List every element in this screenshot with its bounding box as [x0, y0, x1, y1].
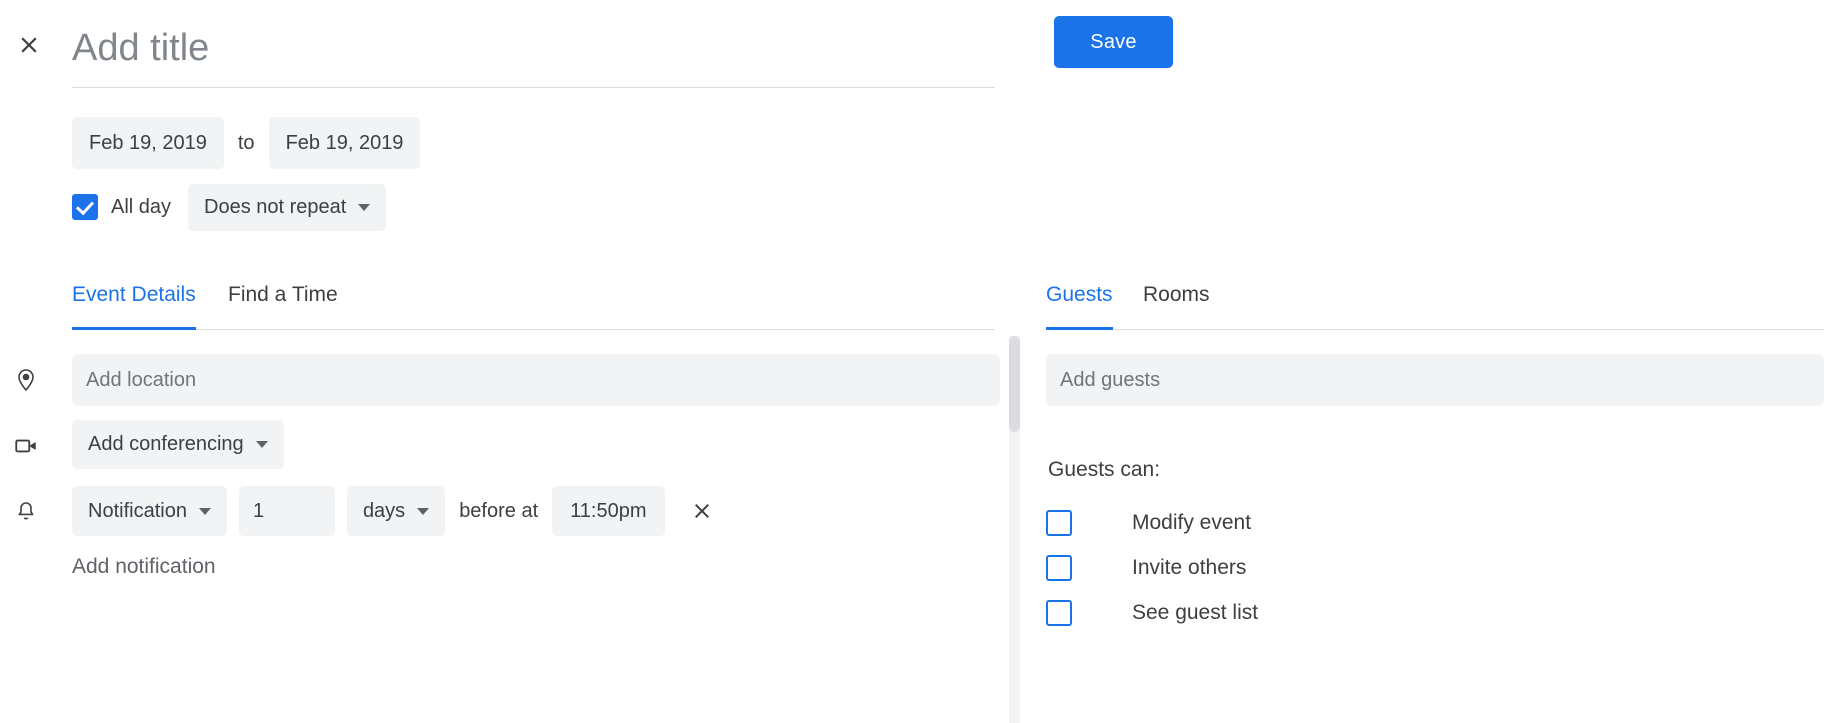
notification-unit-dropdown[interactable]: days [347, 486, 445, 536]
all-day-row: All day Does not repeat [72, 183, 386, 231]
recurrence-dropdown[interactable]: Does not repeat [188, 184, 386, 231]
permission-invite-others-checkbox[interactable] [1046, 555, 1072, 581]
end-date-chip[interactable]: Feb 19, 2019 [269, 117, 421, 169]
all-day-label: All day [111, 196, 171, 219]
add-conferencing-label: Add conferencing [88, 433, 244, 456]
notification-row: Notification days before at 11:50pm [72, 486, 717, 536]
chevron-down-icon [199, 508, 211, 515]
add-conferencing-dropdown[interactable]: Add conferencing [72, 420, 284, 469]
add-guests-input[interactable] [1046, 354, 1824, 406]
notification-unit-value: days [363, 500, 405, 523]
chevron-down-icon [256, 441, 268, 448]
notification-amount-input[interactable] [239, 486, 335, 536]
tab-rooms[interactable]: Rooms [1143, 272, 1210, 330]
start-date-chip[interactable]: Feb 19, 2019 [72, 117, 224, 169]
notification-type-value: Notification [88, 500, 187, 523]
chevron-down-icon [358, 204, 370, 211]
permission-invite-others[interactable]: Invite others [1046, 545, 1546, 590]
permission-see-guest-list-label: See guest list [1132, 601, 1258, 625]
tab-guests-label: Guests [1046, 283, 1113, 306]
tab-find-a-time[interactable]: Find a Time [228, 272, 338, 330]
permission-see-guest-list[interactable]: See guest list [1046, 590, 1546, 635]
notification-before-label: before at [459, 500, 538, 523]
tab-guests[interactable]: Guests [1046, 272, 1113, 330]
video-camera-icon [12, 432, 40, 460]
permission-modify-event-checkbox[interactable] [1046, 510, 1072, 536]
title-input[interactable] [72, 10, 995, 87]
notification-type-dropdown[interactable]: Notification [72, 486, 227, 536]
right-tab-bar: Guests Rooms [1046, 272, 1824, 330]
chevron-down-icon [417, 508, 429, 515]
close-dialog-button[interactable] [12, 28, 46, 62]
date-range-row: Feb 19, 2019 to Feb 19, 2019 [72, 117, 420, 169]
all-day-checkbox[interactable] [72, 194, 98, 220]
permission-modify-event[interactable]: Modify event [1046, 500, 1546, 545]
tab-rooms-label: Rooms [1143, 283, 1210, 306]
notification-time-chip[interactable]: 11:50pm [552, 486, 664, 536]
permission-see-guest-list-checkbox[interactable] [1046, 600, 1072, 626]
add-notification-link[interactable]: Add notification [72, 555, 216, 579]
guests-panel: Guests Rooms Guests can: Modify event In… [1046, 272, 1824, 723]
permission-modify-event-label: Modify event [1132, 511, 1251, 535]
permission-invite-others-label: Invite others [1132, 556, 1246, 580]
remove-notification-button[interactable] [687, 496, 717, 526]
tab-find-a-time-label: Find a Time [228, 283, 338, 306]
tab-event-details-label: Event Details [72, 283, 196, 306]
recurrence-value: Does not repeat [204, 196, 346, 219]
event-title-field[interactable] [72, 10, 995, 88]
dialog-header: Save [0, 0, 1824, 100]
bell-icon [12, 498, 40, 526]
guests-permissions-title: Guests can: [1048, 458, 1160, 482]
close-icon [690, 499, 714, 523]
date-range-separator: to [238, 132, 255, 155]
left-tab-bar: Event Details Find a Time [72, 272, 995, 330]
location-pin-icon [12, 366, 40, 394]
close-icon [16, 32, 42, 58]
location-input[interactable] [72, 354, 1000, 406]
event-details-panel: Event Details Find a Time Add conferenci… [0, 272, 1010, 723]
tab-event-details[interactable]: Event Details [72, 272, 196, 330]
save-button[interactable]: Save [1054, 16, 1173, 68]
panel-scrollbar-thumb[interactable] [1009, 336, 1020, 432]
guests-permissions-list: Modify event Invite others See guest lis… [1046, 500, 1546, 635]
